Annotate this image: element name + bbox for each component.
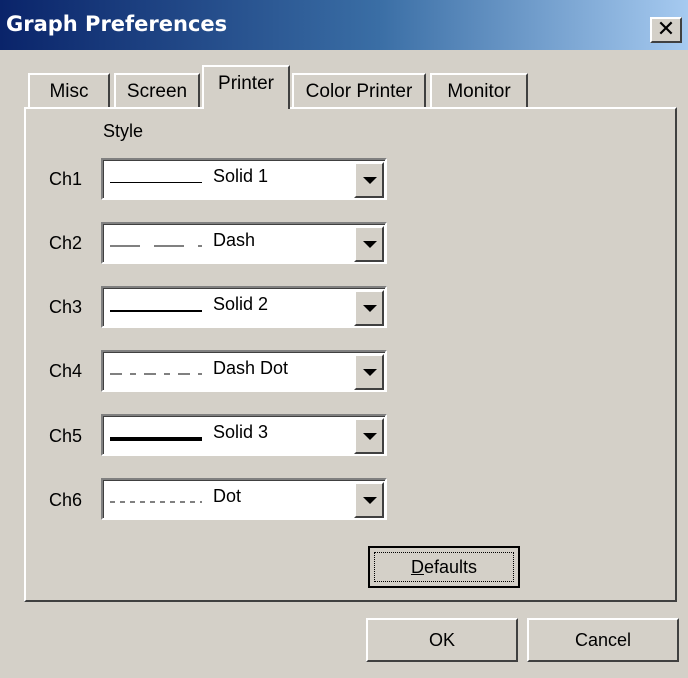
tab-monitor[interactable]: Monitor — [430, 73, 528, 109]
dropdown-button[interactable] — [354, 482, 384, 518]
tab-label: Screen — [126, 81, 188, 102]
ch4-style-dropdown[interactable]: Dash Dot — [101, 350, 387, 392]
cancel-label: Cancel — [574, 630, 632, 650]
close-icon: ✕ — [656, 16, 676, 41]
line-style-sample — [110, 437, 202, 441]
tab-label: Color Printer — [305, 81, 413, 102]
defaults-label: efaults — [423, 557, 478, 577]
chevron-down-icon — [363, 433, 377, 440]
title-bar[interactable]: Graph Preferences ✕ — [0, 0, 688, 50]
window-title: Graph Preferences — [6, 12, 228, 36]
dropdown-button[interactable] — [354, 354, 384, 390]
ch2-style-dropdown[interactable]: Dash — [101, 222, 387, 264]
dropdown-button[interactable] — [354, 162, 384, 198]
focus-rectangle: Defaults — [374, 552, 514, 582]
channel-label: Ch6 — [49, 490, 83, 510]
defaults-mnemonic: D — [410, 557, 424, 577]
line-style-sample — [110, 182, 202, 183]
tab-label: Monitor — [447, 81, 511, 102]
style-column-header: Style — [103, 121, 144, 141]
channel-label: Ch1 — [49, 169, 83, 189]
ch1-style-dropdown[interactable]: Solid 1 — [101, 158, 387, 200]
chevron-down-icon — [363, 177, 377, 184]
selected-style: Dash — [213, 230, 256, 250]
selected-style: Solid 3 — [213, 422, 269, 442]
tab-printer[interactable]: Printer — [202, 65, 290, 109]
cancel-button[interactable]: Cancel — [527, 618, 679, 662]
ch6-style-dropdown[interactable]: Dot — [101, 478, 387, 520]
close-button[interactable]: ✕ — [650, 17, 682, 43]
dropdown-button[interactable] — [354, 226, 384, 262]
selected-style: Dot — [213, 486, 242, 506]
selected-style: Dash Dot — [213, 358, 289, 378]
line-style-sample — [110, 373, 202, 375]
channel-label: Ch2 — [49, 233, 83, 253]
ch3-style-dropdown[interactable]: Solid 2 — [101, 286, 387, 328]
selected-style: Solid 2 — [213, 294, 269, 314]
tab-color-printer[interactable]: Color Printer — [292, 73, 426, 109]
tab-label: Misc — [49, 81, 89, 102]
chevron-down-icon — [363, 241, 377, 248]
dropdown-button[interactable] — [354, 290, 384, 326]
dropdown-button[interactable] — [354, 418, 384, 454]
defaults-button[interactable]: Defaults — [368, 546, 520, 588]
ok-button[interactable]: OK — [366, 618, 518, 662]
selected-style: Solid 1 — [213, 166, 269, 186]
tab-misc[interactable]: Misc — [28, 73, 110, 109]
tab-screen[interactable]: Screen — [114, 73, 200, 109]
line-style-sample — [110, 245, 202, 247]
channel-label: Ch4 — [49, 361, 83, 381]
ch5-style-dropdown[interactable]: Solid 3 — [101, 414, 387, 456]
tab-label: Printer — [218, 73, 274, 94]
channel-label: Ch5 — [49, 426, 83, 446]
line-style-sample — [110, 501, 202, 503]
chevron-down-icon — [363, 369, 377, 376]
line-style-sample — [110, 310, 202, 312]
channel-label: Ch3 — [49, 297, 83, 317]
graph-preferences-dialog: Graph Preferences ✕ Misc Screen Printer … — [0, 0, 688, 678]
ok-label: OK — [428, 630, 455, 650]
chevron-down-icon — [363, 305, 377, 312]
chevron-down-icon — [363, 497, 377, 504]
